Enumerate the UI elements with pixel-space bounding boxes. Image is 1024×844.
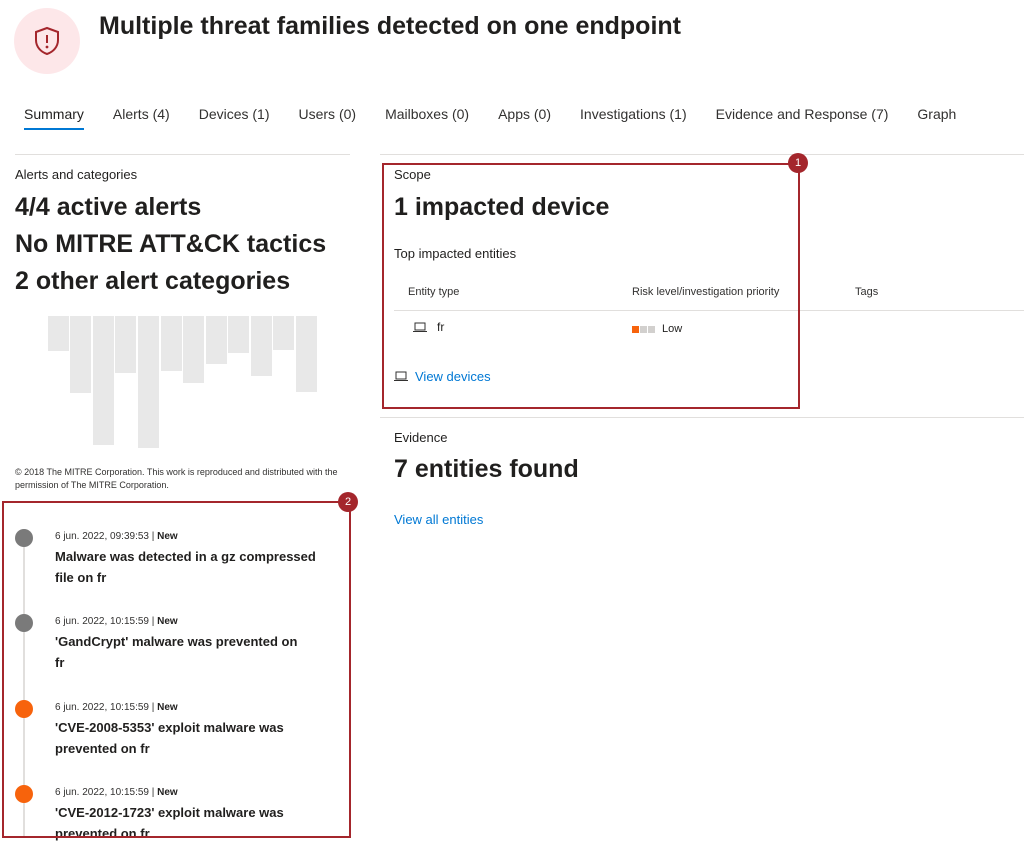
page-title: Multiple threat families detected on one… — [99, 12, 681, 40]
left-divider — [15, 154, 350, 155]
tab-summary[interactable]: Summary — [24, 104, 84, 130]
tab-users[interactable]: Users (0) — [299, 104, 357, 130]
view-all-entities-link[interactable]: View all entities — [394, 512, 483, 527]
scope-top-divider — [380, 154, 1024, 155]
mitre-bar — [183, 316, 204, 383]
mitre-copyright: © 2018 The MITRE Corporation. This work … — [15, 467, 338, 490]
mitre-bar — [273, 316, 294, 350]
tab-apps[interactable]: Apps (0) — [498, 104, 551, 130]
tab-evidence-response[interactable]: Evidence and Response (7) — [716, 104, 889, 130]
entities-found-count: 7 entities found — [394, 455, 579, 483]
mitre-tactics-text: No MITRE ATT&CK tactics — [15, 230, 327, 258]
mitre-bar — [228, 316, 249, 353]
incident-icon — [14, 8, 80, 74]
callout-badge-1: 1 — [788, 153, 808, 173]
mitre-bar — [296, 316, 317, 392]
evidence-top-divider — [380, 417, 1024, 418]
tab-alerts[interactable]: Alerts (4) — [113, 104, 170, 130]
alerts-categories-label: Alerts and categories — [15, 167, 138, 182]
tab-mailboxes[interactable]: Mailboxes (0) — [385, 104, 469, 130]
tab-investigations[interactable]: Investigations (1) — [580, 104, 687, 130]
callout-box-scope — [382, 163, 800, 409]
evidence-label: Evidence — [394, 430, 448, 445]
mitre-bar — [48, 316, 69, 351]
mitre-bar — [93, 316, 114, 445]
mitre-tactics-chart — [48, 316, 318, 456]
other-categories-text: 2 other alert categories — [15, 267, 291, 295]
column-tags[interactable]: Tags — [855, 286, 878, 298]
mitre-bar — [138, 316, 159, 448]
tab-bar: Summary Alerts (4) Devices (1) Users (0)… — [24, 104, 985, 130]
tab-graph[interactable]: Graph — [917, 104, 956, 130]
callout-badge-2: 2 — [338, 492, 358, 512]
tab-devices[interactable]: Devices (1) — [199, 104, 270, 130]
mitre-bar — [251, 316, 272, 376]
mitre-bar — [115, 316, 136, 373]
shield-alert-icon — [35, 26, 59, 56]
mitre-bar — [70, 316, 91, 393]
active-alerts-text: 4/4 active alerts — [15, 193, 202, 221]
callout-box-timeline — [2, 501, 351, 838]
mitre-bar — [161, 316, 182, 371]
mitre-bar — [206, 316, 227, 364]
